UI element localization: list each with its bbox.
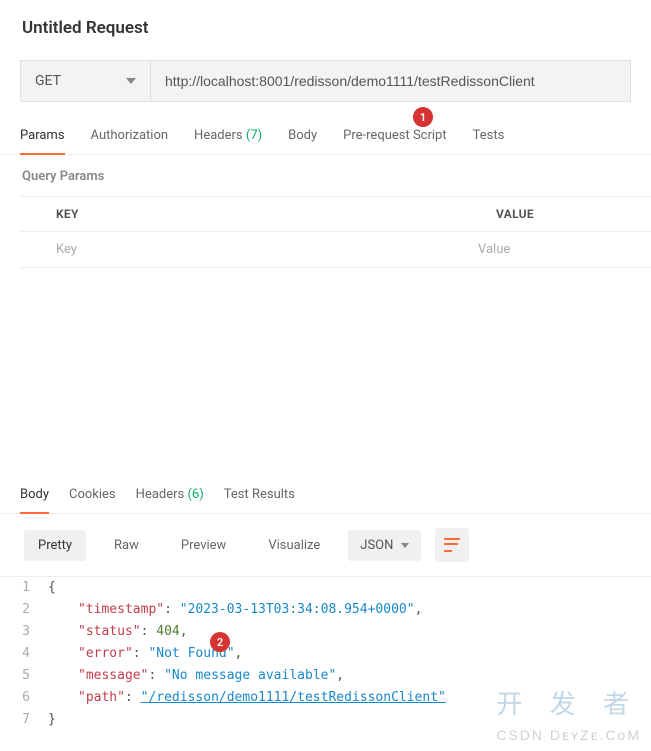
format-select[interactable]: JSON bbox=[348, 530, 421, 561]
response-toolbar: Pretty Raw Preview Visualize JSON bbox=[0, 514, 651, 576]
query-params-table: KEY VALUE Key Value bbox=[20, 196, 651, 268]
response-tab-test-results[interactable]: Test Results bbox=[224, 481, 295, 513]
chevron-down-icon bbox=[126, 78, 136, 84]
line-number: 1 bbox=[0, 577, 48, 599]
json-key: "message" bbox=[78, 668, 148, 683]
view-visualize-button[interactable]: Visualize bbox=[254, 530, 334, 561]
request-bar: GET bbox=[20, 60, 631, 102]
view-pretty-button[interactable]: Pretty bbox=[24, 530, 86, 561]
line-number: 3 bbox=[0, 621, 48, 643]
wrap-lines-button[interactable] bbox=[435, 528, 469, 562]
tab-headers[interactable]: Headers (7) bbox=[194, 120, 262, 154]
response-area: Body Cookies Headers (6) Test Results Pr… bbox=[0, 475, 651, 751]
json-key: "error" bbox=[78, 646, 133, 661]
tab-headers-label: Headers bbox=[194, 128, 243, 143]
response-tab-headers-label: Headers bbox=[136, 487, 185, 502]
line-number: 6 bbox=[0, 687, 48, 709]
query-params-label: Query Params bbox=[0, 155, 651, 196]
tab-headers-count: (7) bbox=[246, 128, 262, 143]
value-input-placeholder[interactable]: Value bbox=[460, 232, 651, 268]
url-input[interactable] bbox=[151, 61, 630, 101]
http-method-value: GET bbox=[35, 73, 61, 89]
tab-authorization[interactable]: Authorization bbox=[91, 120, 169, 154]
response-tab-headers[interactable]: Headers (6) bbox=[136, 481, 204, 513]
annotation-marker-2: 2 bbox=[210, 632, 230, 652]
http-method-select[interactable]: GET bbox=[21, 61, 151, 101]
tab-params[interactable]: Params bbox=[20, 120, 65, 155]
json-value: "2023-03-13T03:34:08.954+0000" bbox=[180, 602, 415, 617]
wrap-icon bbox=[444, 538, 460, 552]
key-input-placeholder[interactable]: Key bbox=[20, 232, 460, 268]
json-key: "path" bbox=[78, 690, 125, 705]
chevron-down-icon bbox=[401, 543, 409, 548]
json-key: "status" bbox=[78, 624, 141, 639]
format-value: JSON bbox=[360, 538, 393, 553]
column-value: VALUE bbox=[460, 197, 651, 232]
response-tabs: Body Cookies Headers (6) Test Results bbox=[0, 475, 651, 514]
json-key: "timestamp" bbox=[78, 602, 164, 617]
table-row: Key Value bbox=[20, 232, 651, 268]
response-json-view: 1{ 2"timestamp": "2023-03-13T03:34:08.95… bbox=[0, 576, 651, 751]
line-number: 7 bbox=[0, 709, 48, 731]
response-tab-body[interactable]: Body bbox=[20, 481, 49, 514]
request-tabs: Params Authorization Headers (7) Body Pr… bbox=[0, 116, 651, 155]
annotation-marker-1: 1 bbox=[413, 107, 433, 127]
line-number: 2 bbox=[0, 599, 48, 621]
tab-body[interactable]: Body bbox=[288, 120, 317, 154]
request-title: Untitled Request bbox=[0, 0, 651, 52]
response-tab-cookies[interactable]: Cookies bbox=[69, 481, 116, 513]
tab-tests[interactable]: Tests bbox=[473, 120, 505, 154]
view-preview-button[interactable]: Preview bbox=[167, 530, 240, 561]
response-tab-headers-count: (6) bbox=[187, 487, 203, 502]
line-number: 4 bbox=[0, 643, 48, 665]
tab-prerequest[interactable]: Pre-request Script bbox=[343, 120, 446, 154]
line-number: 5 bbox=[0, 665, 48, 687]
json-value: "No message available" bbox=[164, 668, 336, 683]
view-raw-button[interactable]: Raw bbox=[100, 530, 153, 561]
json-value: 404 bbox=[156, 624, 179, 639]
json-value: "/redisson/demo1111/testRedissonClient" bbox=[141, 690, 446, 705]
column-key: KEY bbox=[20, 197, 460, 232]
